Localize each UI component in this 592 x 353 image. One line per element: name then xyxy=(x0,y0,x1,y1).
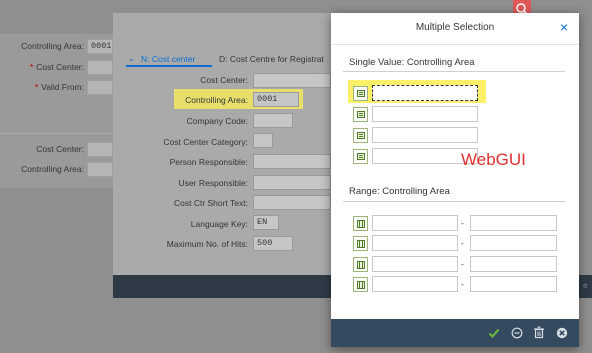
search-help-footer xyxy=(113,275,331,298)
max-hits-label: Maximum No. of Hits: xyxy=(166,239,248,249)
range-high-input-3[interactable] xyxy=(470,256,557,272)
minus-circle-icon[interactable] xyxy=(511,327,523,339)
person-responsible-field[interactable] xyxy=(253,154,331,169)
range-separator: - xyxy=(461,238,464,248)
cost-ctr-short-text-label: Cost Ctr Short Text: xyxy=(173,198,248,208)
equal-option-icon[interactable] xyxy=(353,86,368,101)
language-key-label: Language Key: xyxy=(190,219,248,229)
search-help-cut-text: e xyxy=(583,280,588,290)
range-low-input-1[interactable] xyxy=(372,215,458,231)
cost-ctr-short-text-field[interactable] xyxy=(253,195,331,210)
bg-valid-from-label: * Valid From: xyxy=(34,82,84,92)
user-responsible-label: User Responsible: xyxy=(178,178,248,188)
single-value-input-2[interactable] xyxy=(372,106,478,122)
tab-cost-center-label: N: Cost center xyxy=(141,54,196,64)
equal-option-icon[interactable] xyxy=(353,128,368,143)
checkmark-icon[interactable] xyxy=(488,327,500,339)
header-divider xyxy=(331,44,579,45)
bg-controlling-area-label: Controlling Area: xyxy=(21,41,84,51)
range-separator: - xyxy=(461,218,464,228)
range-option-icon[interactable] xyxy=(353,257,368,272)
language-key-field[interactable]: EN xyxy=(253,215,279,230)
controlling-area-field[interactable]: 0001 xyxy=(253,92,299,107)
dialog-title: Multiple Selection xyxy=(415,22,495,33)
cost-center-label: Cost Center: xyxy=(200,75,248,85)
range-high-input-2[interactable] xyxy=(470,235,557,251)
range-option-icon[interactable] xyxy=(353,277,368,292)
range-low-input-3[interactable] xyxy=(372,256,458,272)
single-value-input-3[interactable] xyxy=(372,127,478,143)
bg-cost-center-label: * Cost Center: xyxy=(29,62,84,72)
equal-option-icon[interactable] xyxy=(353,149,368,164)
equal-option-icon[interactable] xyxy=(353,107,368,122)
single-value-input-1[interactable] xyxy=(372,85,478,101)
webgui-watermark: WebGUI xyxy=(461,150,526,169)
tab-cost-centre-registrat[interactable]: D: Cost Centre for Registrat xyxy=(219,54,324,64)
range-separator: - xyxy=(461,259,464,269)
single-value-title: Single Value: Controlling Area xyxy=(349,57,475,68)
range-option-icon[interactable] xyxy=(353,216,368,231)
bg-valid-from-field[interactable] xyxy=(87,80,113,95)
max-hits-field[interactable]: 500 xyxy=(253,236,293,251)
range-title: Range: Controlling Area xyxy=(349,186,450,197)
single-value-underline xyxy=(343,71,565,72)
chevron-down-icon: ⌄ xyxy=(128,54,135,63)
bg-cost-center-field[interactable] xyxy=(87,60,113,75)
bg-controlling-area-field[interactable]: 0001 xyxy=(87,39,113,54)
multiple-selection-dialog: Multiple Selection × Single Value: Contr… xyxy=(331,13,579,347)
trash-icon[interactable] xyxy=(533,326,545,339)
range-high-input-4[interactable] xyxy=(470,276,557,292)
cancel-icon[interactable] xyxy=(556,327,568,339)
cost-center-field[interactable] xyxy=(253,73,331,88)
bg-controlling-area2-label: Controlling Area: xyxy=(21,164,84,174)
close-icon[interactable]: × xyxy=(560,19,568,35)
range-low-input-4[interactable] xyxy=(372,276,458,292)
cost-center-category-label: Cost Center Category: xyxy=(163,137,248,147)
company-code-field[interactable] xyxy=(253,113,293,128)
range-underline xyxy=(343,201,565,202)
range-high-input-1[interactable] xyxy=(470,215,557,231)
tab-cost-center[interactable]: ⌄ N: Cost center xyxy=(126,52,212,67)
dialog-footer xyxy=(331,319,579,347)
range-option-icon[interactable] xyxy=(353,236,368,251)
person-responsible-label: Person Responsible: xyxy=(169,157,248,167)
cost-center-category-field[interactable] xyxy=(253,133,273,148)
range-separator: - xyxy=(461,279,464,289)
user-responsible-field[interactable] xyxy=(253,175,331,190)
company-code-label: Company Code: xyxy=(186,116,248,126)
bg-cost-center2-field[interactable] xyxy=(87,142,113,157)
range-low-input-2[interactable] xyxy=(372,235,458,251)
controlling-area-label: Controlling Area: xyxy=(185,95,248,105)
bg-controlling-area2-field[interactable] xyxy=(87,162,113,177)
bg-cost-center2-label: Cost Center: xyxy=(36,144,84,154)
bg-divider xyxy=(0,133,113,134)
